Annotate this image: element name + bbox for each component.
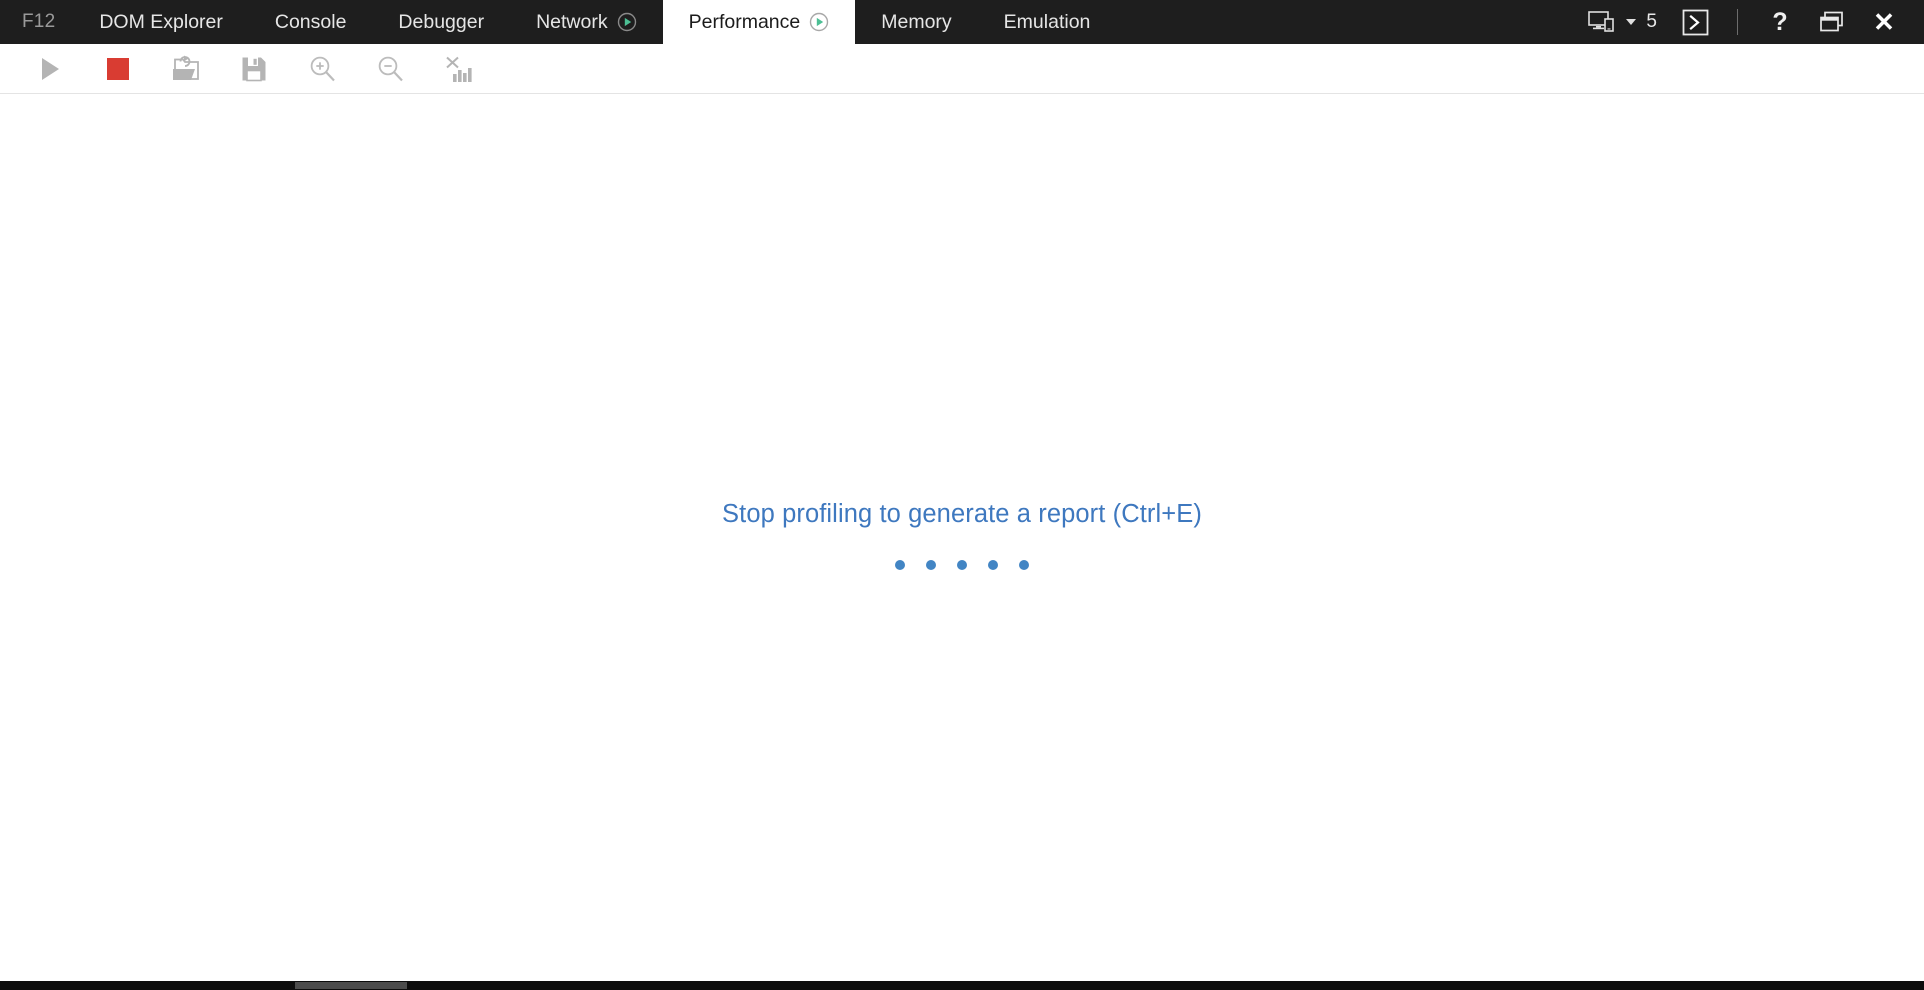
tab-performance[interactable]: Performance [662,0,856,44]
performance-report-area: Stop profiling to generate a report (Ctr… [0,94,1924,981]
tab-console[interactable]: Console [249,0,373,44]
zoom-in-button[interactable] [288,47,356,91]
performance-toolbar [0,44,1924,94]
recording-play-icon [810,12,829,32]
empty-state: Stop profiling to generate a report (Ctr… [722,500,1202,570]
tab-dom-explorer[interactable]: DOM Explorer [73,0,249,44]
tab-memory[interactable]: Memory [855,0,977,44]
loading-indicator [895,560,1029,570]
titlebar-spacer [1116,0,1574,44]
help-button[interactable]: ? [1754,0,1806,44]
recording-play-icon [617,12,636,32]
loading-dot [926,560,936,570]
console-drawer-button[interactable] [1669,0,1721,44]
zoom-in-icon [310,56,335,81]
device-count-label: 5 [1646,11,1657,32]
zoom-out-icon [378,56,403,81]
titlebar-actions: 5 ? ✕ [1574,0,1924,44]
stop-icon [107,57,129,80]
dock-window-icon [1820,11,1843,32]
device-emulation-button[interactable]: 5 [1574,0,1669,44]
tab-label: Console [274,10,347,33]
titlebar: F12 DOM Explorer Console Debugger Networ… [0,0,1924,44]
tab-strip: DOM Explorer Console Debugger Network Pe… [73,0,1116,44]
loading-dot [1019,560,1029,570]
f12-label: F12 [22,11,56,32]
save-floppy-icon [242,57,266,81]
tab-label: Memory [881,10,952,33]
tab-label: Performance [688,10,801,33]
play-icon [42,57,59,80]
loading-dot [957,560,967,570]
open-profile-button[interactable] [152,47,220,91]
tab-label: Debugger [398,10,485,33]
tab-label: Network [536,10,608,33]
start-profiling-button[interactable] [16,47,84,91]
console-prompt-icon [1682,9,1708,35]
save-profile-button[interactable] [220,47,288,91]
loading-dot [895,560,905,570]
close-button[interactable]: ✕ [1858,0,1910,44]
loading-dot [988,560,998,570]
bottom-scrollbar[interactable] [0,981,1924,990]
scrollbar-thumb[interactable] [295,982,407,989]
chevron-down-icon [1626,19,1637,25]
stop-profiling-button[interactable] [84,47,152,91]
dock-window-button[interactable] [1806,0,1858,44]
open-folder-icon [173,55,199,80]
clear-chart-icon [446,56,472,82]
f12-devtools-window: F12 DOM Explorer Console Debugger Networ… [0,0,1924,990]
tab-label: DOM Explorer [99,10,223,33]
tab-debugger[interactable]: Debugger [372,0,510,44]
tab-label: Emulation [1003,10,1091,33]
device-monitor-icon [1588,11,1615,32]
zoom-out-button[interactable] [356,47,424,91]
titlebar-separator [1737,9,1738,35]
tab-network[interactable]: Network [510,0,663,44]
empty-state-message: Stop profiling to generate a report (Ctr… [722,500,1202,528]
tab-emulation[interactable]: Emulation [978,0,1117,44]
close-icon: ✕ [1873,7,1895,37]
clear-chart-button[interactable] [424,47,492,91]
help-icon: ? [1772,7,1788,36]
